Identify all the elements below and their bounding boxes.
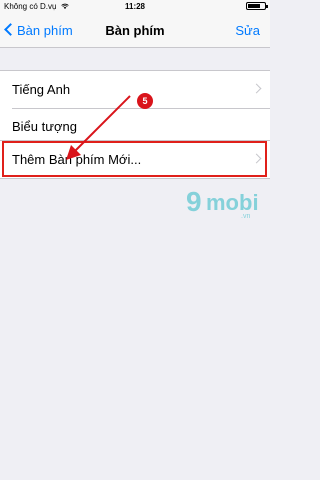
status-indicators — [244, 0, 268, 14]
navigation-bar: Bàn phím Bàn phím Sửa — [0, 14, 270, 48]
chevron-right-icon — [251, 83, 262, 94]
watermark-name: mobi — [206, 190, 259, 215]
add-new-keyboard-button[interactable]: Thêm Bàn phím Mới... — [0, 141, 270, 178]
battery-icon — [246, 2, 268, 10]
page-title: Bàn phím — [105, 23, 165, 38]
step-number-badge: 5 — [137, 93, 153, 109]
chevron-right-icon — [251, 153, 262, 164]
keyboard-list: Tiếng Anh Biểu tượng — [0, 70, 270, 146]
watermark-mark: 9 — [186, 186, 202, 217]
status-bar: Không có D.vụ 11:28 — [0, 0, 270, 14]
add-keyboard-label: Thêm Bàn phím Mới... — [12, 152, 142, 167]
keyboard-item-english[interactable]: Tiếng Anh — [0, 71, 270, 108]
status-time: 11:28 — [124, 2, 146, 11]
keyboard-item-label: Biểu tượng — [12, 119, 77, 134]
watermark-domain: .vn — [241, 213, 251, 220]
keyboard-item-label: Tiếng Anh — [12, 82, 71, 97]
add-keyboard-group: Thêm Bàn phím Mới... — [0, 140, 270, 179]
watermark-logo: 9 mobi .vn — [186, 187, 266, 231]
edit-button[interactable]: Sửa — [235, 22, 260, 40]
